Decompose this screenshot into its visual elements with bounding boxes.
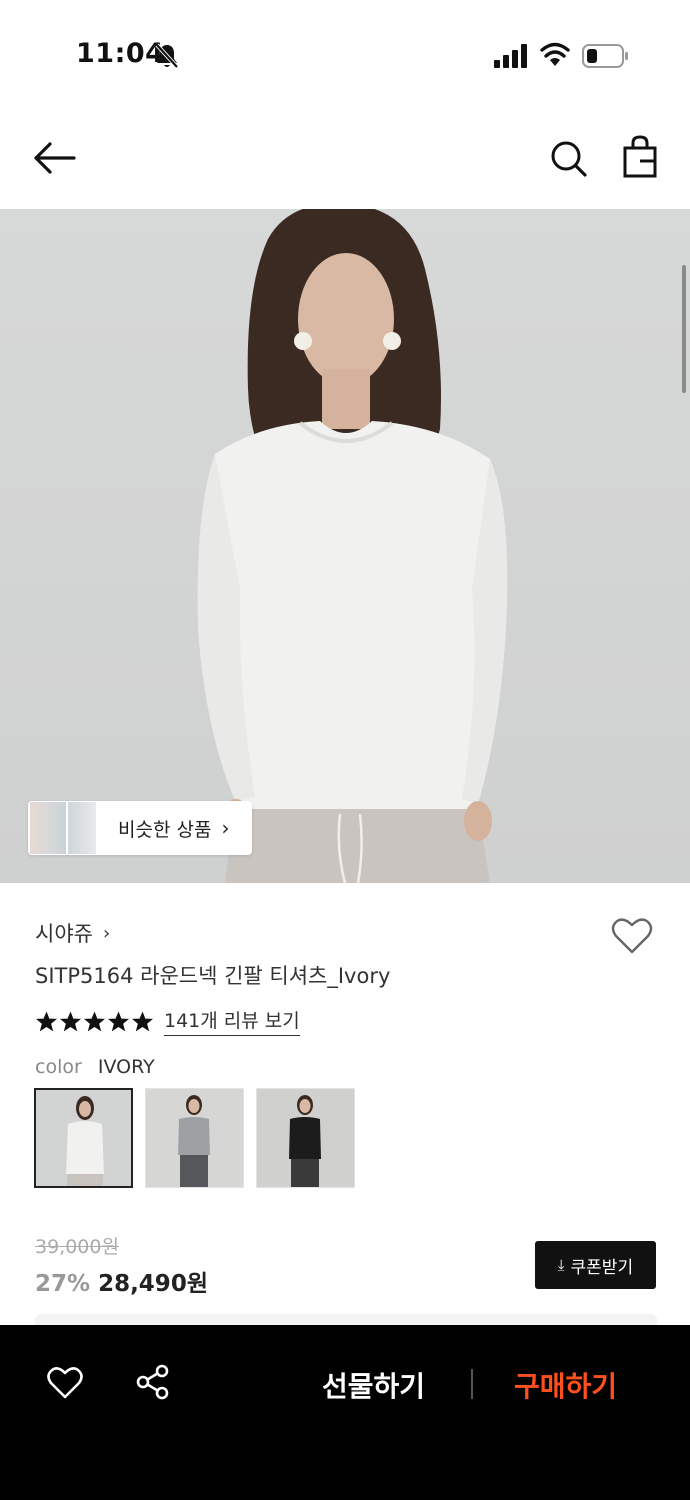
swatch-grey[interactable] xyxy=(145,1088,244,1188)
color-value: IVORY xyxy=(97,1056,155,1078)
heart-outline-icon[interactable] xyxy=(46,1365,84,1401)
coupon-label: 쿠폰받기 xyxy=(570,1257,634,1278)
star-icon xyxy=(107,1010,130,1031)
chevron-right-icon: › xyxy=(102,922,111,944)
star-icon xyxy=(35,1010,58,1031)
star-icon xyxy=(59,1010,82,1031)
gift-button[interactable]: 선물하기 xyxy=(322,1365,425,1405)
star-icon xyxy=(131,1010,154,1031)
status-time: 11:04 xyxy=(76,38,165,69)
buy-button[interactable]: 구매하기 xyxy=(514,1365,617,1405)
swatch-ivory[interactable] xyxy=(34,1088,133,1188)
review-link[interactable]: 141개 리뷰 보기 xyxy=(164,1006,300,1036)
price-row: 27% 28,490원 xyxy=(35,1264,208,1298)
discount-rate: 27% xyxy=(35,1271,91,1297)
status-bar: 11:04 xyxy=(0,0,690,110)
bottom-action-bar: 선물하기 구매하기 xyxy=(0,1325,690,1500)
swatch-black[interactable] xyxy=(256,1088,355,1188)
color-row: color IVORY xyxy=(35,1056,155,1078)
top-nav xyxy=(0,120,690,200)
wifi-icon xyxy=(540,42,570,66)
battery-icon xyxy=(582,44,628,68)
color-swatches xyxy=(34,1088,355,1188)
model-photo xyxy=(197,209,508,883)
rating-row: 141개 리뷰 보기 xyxy=(35,1006,300,1036)
image-scroll-indicator xyxy=(682,265,686,393)
similar-products-label: 비슷한 상품 xyxy=(118,818,212,841)
divider xyxy=(471,1369,473,1399)
color-label: color xyxy=(35,1056,82,1078)
brand-link[interactable]: 시야쥬 › xyxy=(35,918,110,948)
search-icon[interactable] xyxy=(546,136,590,180)
brand-name: 시야쥬 xyxy=(35,922,93,946)
sale-price: 28,490원 xyxy=(98,1271,208,1297)
original-price: 39,000원 xyxy=(35,1236,119,1258)
back-arrow-icon[interactable] xyxy=(30,136,80,180)
product-image[interactable]: 비슷한 상품 › xyxy=(0,209,690,883)
product-title: SITP5164 라운드넥 긴팔 티셔츠_Ivory xyxy=(35,964,391,988)
bell-slash-icon xyxy=(155,43,179,69)
similar-thumb xyxy=(30,802,66,854)
chevron-right-icon: › xyxy=(221,816,230,840)
signal-icon xyxy=(494,44,527,68)
heart-outline-icon[interactable] xyxy=(610,916,654,956)
rating-stars xyxy=(35,1010,154,1033)
shopping-bag-icon[interactable] xyxy=(618,134,662,180)
similar-products-button[interactable]: 비슷한 상품 › xyxy=(28,801,252,855)
coupon-button[interactable]: ⤓ 쿠폰받기 xyxy=(535,1241,656,1289)
share-icon[interactable] xyxy=(134,1363,172,1401)
download-icon: ⤓ xyxy=(557,1256,565,1274)
star-icon xyxy=(83,1010,106,1031)
similar-thumb xyxy=(66,802,96,854)
